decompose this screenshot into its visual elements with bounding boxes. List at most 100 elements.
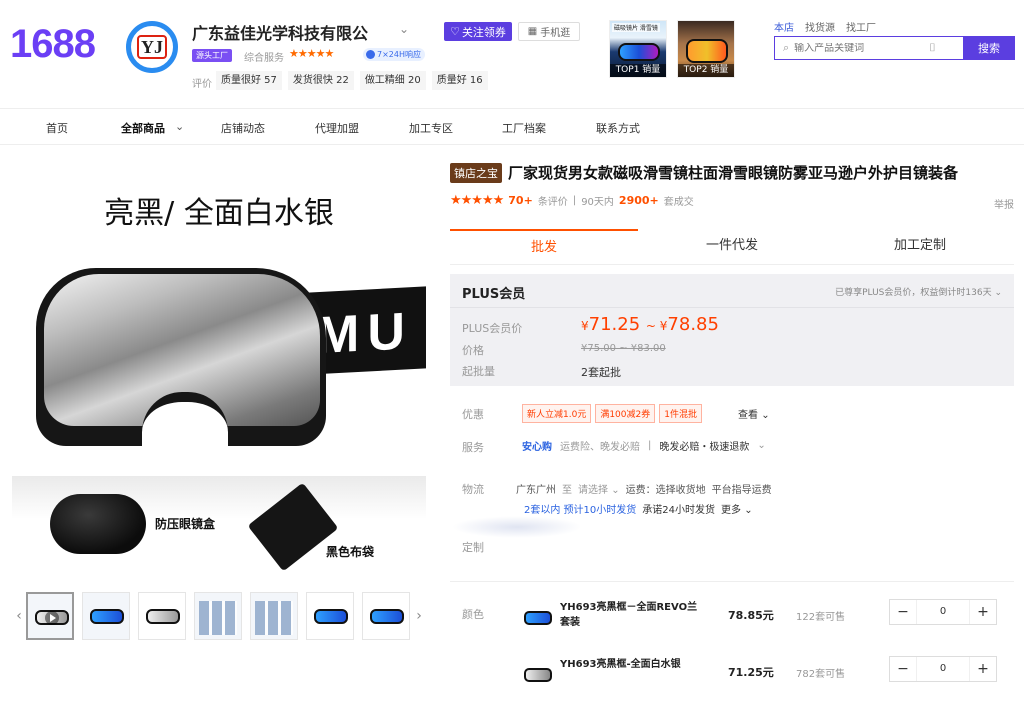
tab-wholesale[interactable]: 批发 <box>450 229 638 264</box>
custom-label: 定制 <box>462 541 484 554</box>
delivery-estimate: 2套以内 预计10小时发货 <box>524 505 637 516</box>
factory-badge: 源头工厂 <box>192 49 232 62</box>
thumbnail-video[interactable] <box>26 592 74 640</box>
main-product-image[interactable]: 亮黑/ 全面白水银 MU <box>12 160 426 470</box>
thumbnail[interactable] <box>138 592 186 640</box>
follow-coupon-button[interactable]: ♡ 关注领券 <box>444 22 512 41</box>
mobile-browse-button[interactable]: ▦ 手机逛 <box>518 22 580 41</box>
coupon-tag[interactable]: 新人立减1.0元 <box>522 404 592 423</box>
thumbnail[interactable] <box>194 592 242 640</box>
tab-dropship[interactable]: 一件代发 <box>638 229 826 264</box>
delivery-row: 2套以内 预计10小时发货 承诺24小时发货 更多 ⌄ <box>524 501 753 516</box>
pouch-label: 黑色布袋 <box>326 545 375 559</box>
chevron-down-icon: ⌄ <box>761 410 770 421</box>
coupon-tag[interactable]: 满100减2券 <box>595 404 656 423</box>
search-input[interactable] <box>794 42 925 54</box>
search-tab-source[interactable]: 找货源 <box>805 19 835 34</box>
divider: | <box>648 440 652 451</box>
search-button[interactable]: 搜索 <box>963 36 1015 60</box>
search-tab-shop[interactable]: 本店 <box>774 19 794 34</box>
coupon-more-link[interactable]: 查看 ⌄ <box>738 406 770 421</box>
response-badge: 7×24H响应 <box>363 48 425 61</box>
review-suffix: 条评价 <box>537 197 568 208</box>
thumbnail-strip: ‹ › <box>12 592 426 640</box>
plus-price-box: PLUS会员 已尊享PLUS会员价，权益倒计时136天 ⌄ PLUS会员价 ¥7… <box>450 274 1014 386</box>
sku-thumbnail[interactable] <box>524 660 554 690</box>
nav-shop-news[interactable]: 店铺动态 <box>221 120 265 136</box>
ship-to-select[interactable]: 请选择 ⌄ <box>578 481 620 496</box>
moq-value: 2套起批 <box>581 366 621 379</box>
nav-all-products[interactable]: 全部商品 <box>121 120 165 136</box>
divider <box>450 581 1014 582</box>
color-label: 颜色 <box>462 608 484 621</box>
nav-contact[interactable]: 联系方式 <box>596 120 640 136</box>
nav-agency[interactable]: 代理加盟 <box>315 120 359 136</box>
goggle-image <box>618 43 660 61</box>
thumbnail[interactable] <box>362 592 410 640</box>
chevron-down-icon: ⌄ <box>611 485 620 496</box>
top-product-1[interactable]: 磁吸镜片 滑雪镜 TOP1 销量 <box>609 20 667 78</box>
tab-customize[interactable]: 加工定制 <box>826 229 1014 264</box>
nav-factory-profile[interactable]: 工厂档案 <box>502 120 546 136</box>
shipping-label: 物流 <box>462 483 484 496</box>
shop-nav: 首页 全部商品 ⌄ 店铺动态 代理加盟 加工专区 工厂档案 联系方式 <box>0 108 1024 145</box>
divider <box>450 307 1014 308</box>
service-row[interactable]: 安心购 运费险、晚发必赔 | 晚发必赔・极速退款 ⌄ <box>522 438 766 453</box>
nav-processing[interactable]: 加工专区 <box>409 120 453 136</box>
accessory-banner: 防压眼镜盒 黑色布袋 <box>12 476 426 584</box>
chevron-right-icon[interactable]: › <box>412 592 426 640</box>
service-main: 安心购 <box>522 442 552 453</box>
coupon-label: 优惠 <box>462 408 484 421</box>
chevron-down-icon[interactable]: ⌄ <box>399 22 409 36</box>
chevron-down-icon: ⌄ <box>744 505 753 516</box>
review-label: 评价 <box>192 79 212 90</box>
play-icon <box>45 611 59 625</box>
sku-name: YH693亮黑框-全面白水银 <box>560 659 681 670</box>
shop-avatar-text: YJ <box>137 35 167 59</box>
review-count[interactable]: 70+ <box>508 194 533 207</box>
top-product-2[interactable]: TOP2 销量 <box>677 20 735 78</box>
review-tags: 质量很好 57 发货很快 22 做工精细 20 质量好 16 <box>216 71 488 90</box>
header: 1688 YJ 广东益佳光学科技有限公 ⌄ ♡ 关注领券 ▦ 手机逛 源头工厂 … <box>0 0 1024 105</box>
product-tag: 镇店之宝 <box>450 162 502 183</box>
plus-note[interactable]: 已尊享PLUS会员价，权益倒计时136天 ⌄ <box>835 285 1002 298</box>
plus-button[interactable]: + <box>970 657 996 681</box>
sku-row: YH693亮黑框－全面REVO兰套装 78.85元 122套可售 − 0 + <box>520 597 1014 647</box>
review-tag[interactable]: 做工精细 20 <box>359 71 426 90</box>
thumbnail[interactable] <box>250 592 298 640</box>
blurred-overlay <box>452 516 582 538</box>
quantity-input[interactable]: 0 <box>916 657 970 681</box>
divider: | <box>572 195 577 206</box>
review-tag[interactable]: 质量好 16 <box>431 71 488 90</box>
chevron-down-icon[interactable]: ⌄ <box>175 120 184 133</box>
rating-stars: ★★★★★ <box>450 193 504 208</box>
coupon-tag[interactable]: 1件混批 <box>659 404 702 423</box>
report-link[interactable]: 举报 <box>994 196 1014 211</box>
thumbnail[interactable] <box>82 592 130 640</box>
goggle-image <box>686 39 728 63</box>
range-sep: ~ <box>645 319 660 333</box>
service-extra: 晚发必赔・极速退款 <box>659 442 750 453</box>
quantity-input[interactable]: 0 <box>916 600 970 624</box>
shop-name[interactable]: 广东益佳光学科技有限公 <box>192 20 368 44</box>
ship-from: 广东广州 <box>516 485 556 496</box>
plus-button[interactable]: + <box>970 600 996 624</box>
nav-home[interactable]: 首页 <box>46 120 68 136</box>
site-logo[interactable]: 1688 <box>10 22 96 67</box>
delivery-more[interactable]: 更多 ⌄ <box>721 501 753 516</box>
camera-icon[interactable]: ⌷ <box>929 41 936 55</box>
shop-avatar[interactable]: YJ <box>126 21 178 73</box>
review-tag[interactable]: 质量很好 57 <box>216 71 282 90</box>
case-label: 防压眼镜盒 <box>155 517 216 531</box>
minus-button[interactable]: − <box>890 657 916 681</box>
sku-thumbnail[interactable] <box>524 603 554 633</box>
minus-button[interactable]: − <box>890 600 916 624</box>
review-tag[interactable]: 发货很快 22 <box>287 71 354 90</box>
sold-suffix: 套成交 <box>663 197 694 208</box>
goggle-image <box>314 609 348 624</box>
search-tab-factory[interactable]: 找工厂 <box>846 19 876 34</box>
purchase-mode-tabs: 批发 一件代发 加工定制 <box>450 229 1014 265</box>
thumbnail[interactable] <box>306 592 354 640</box>
service-sub: 运费险、晚发必赔 <box>560 442 640 453</box>
chevron-left-icon[interactable]: ‹ <box>12 592 26 640</box>
